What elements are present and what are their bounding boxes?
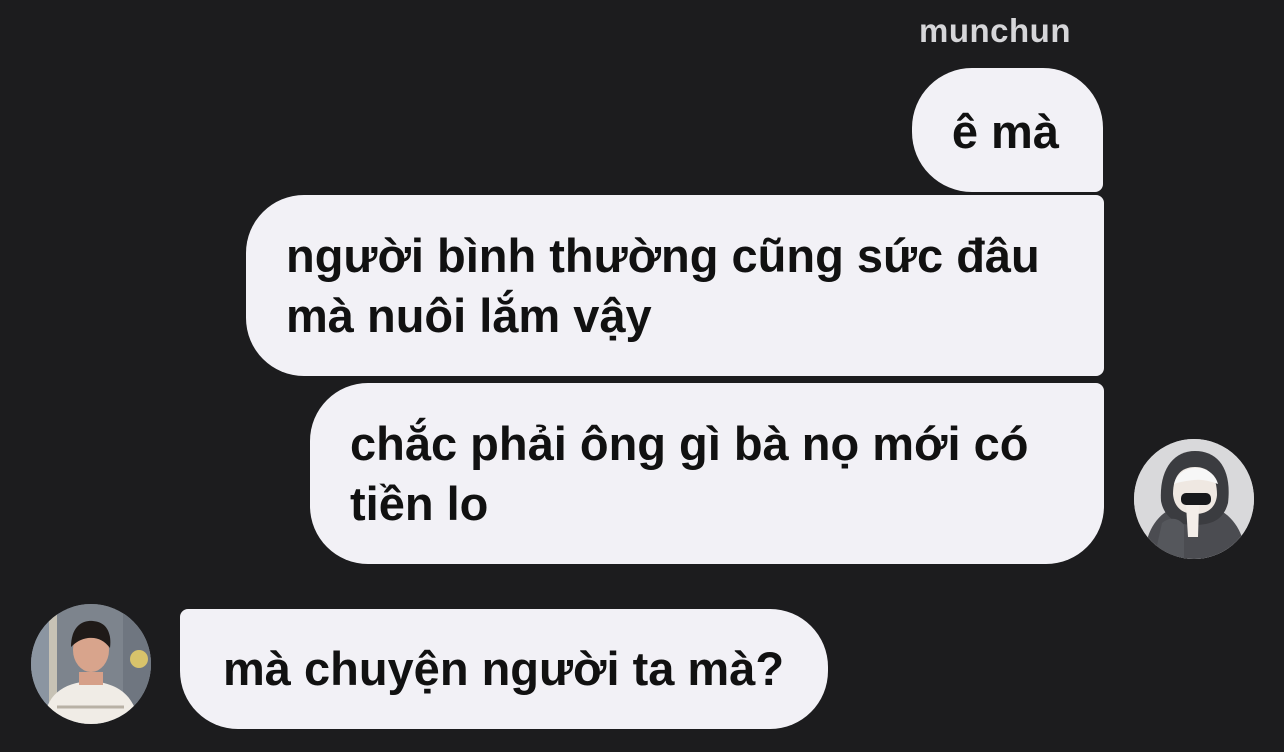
message-1-line-1: ê mà — [951, 105, 1059, 158]
message-4-line-1: mà chuyện người ta mà? — [223, 642, 785, 695]
message-bubble-4[interactable]: mà chuyện người ta mà? — [180, 609, 829, 729]
sender-avatar-icon[interactable] — [1134, 439, 1254, 559]
message-3-line-1: chắc phải ông gì bà nọ mới có — [350, 417, 1029, 470]
message-bubble-3[interactable]: chắc phải ông gì bà nọ mới có tiền lo — [310, 383, 1104, 564]
message-2-line-1: người bình thường cũng sức đâu — [286, 229, 1040, 282]
young-man-icon — [31, 604, 151, 724]
message-bubble-2[interactable]: người bình thường cũng sức đâu mà nuôi l… — [246, 195, 1104, 376]
message-2-line-2: mà nuôi lắm vậy — [286, 289, 652, 342]
message-3-line-2: tiền lo — [350, 477, 489, 530]
contact-avatar-icon[interactable] — [31, 604, 151, 724]
hooded-person-icon — [1134, 439, 1254, 559]
message-bubble-1[interactable]: ê mà — [911, 68, 1103, 192]
sender-name: munchun — [919, 12, 1071, 49]
